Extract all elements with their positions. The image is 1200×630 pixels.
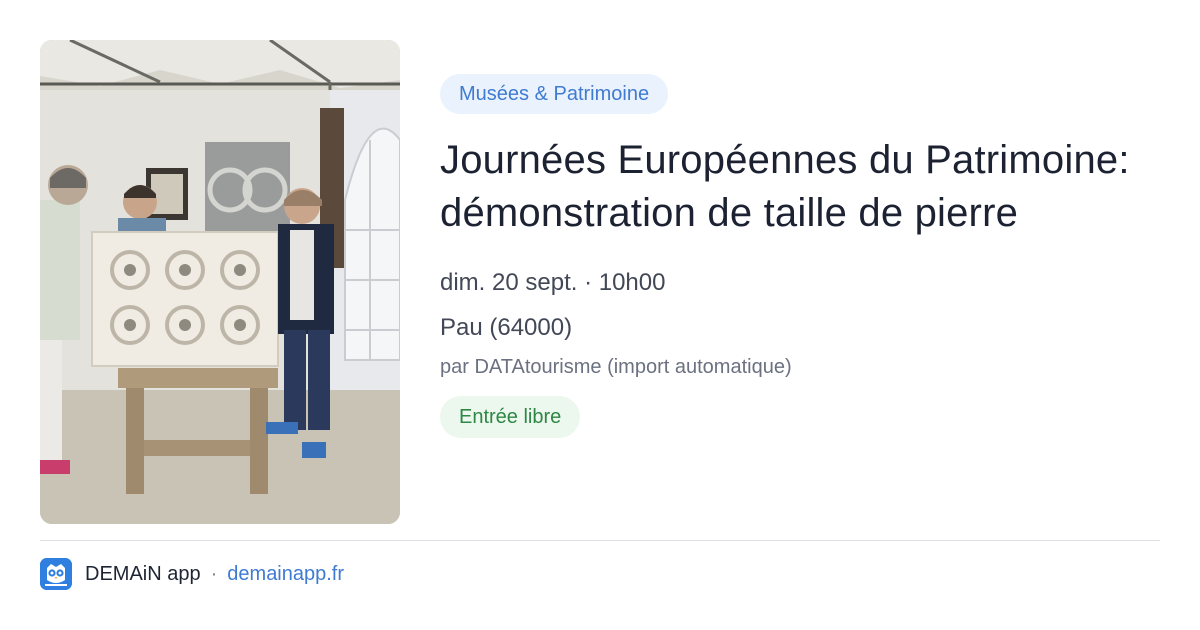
footer-separator: · — [210, 562, 218, 585]
event-source: par DATAtourisme (import automatique) — [440, 356, 792, 378]
event-title: Journées Européennes du Patrimoine: démo… — [440, 138, 1130, 235]
footer: DEMAiN app · demainapp.fr — [40, 558, 344, 590]
event-share-card: Musées & Patrimoine Journées Européennes… — [0, 0, 1200, 630]
event-photo-illustration — [40, 40, 400, 524]
event-location: Pau (64000) — [440, 314, 573, 341]
category-badge[interactable]: Musées & Patrimoine — [440, 74, 669, 114]
footer-divider — [40, 540, 1160, 541]
event-details: Musées & Patrimoine Journées Européennes… — [440, 74, 1160, 438]
owl-icon — [40, 558, 72, 590]
app-name: DEMAiN app — [85, 562, 201, 585]
event-date: dim. 20 sept. · 10h00 — [440, 269, 666, 296]
price-badge: Entrée libre — [440, 396, 581, 438]
app-domain-link[interactable]: demainapp.fr — [227, 563, 344, 586]
event-photo — [40, 40, 400, 524]
